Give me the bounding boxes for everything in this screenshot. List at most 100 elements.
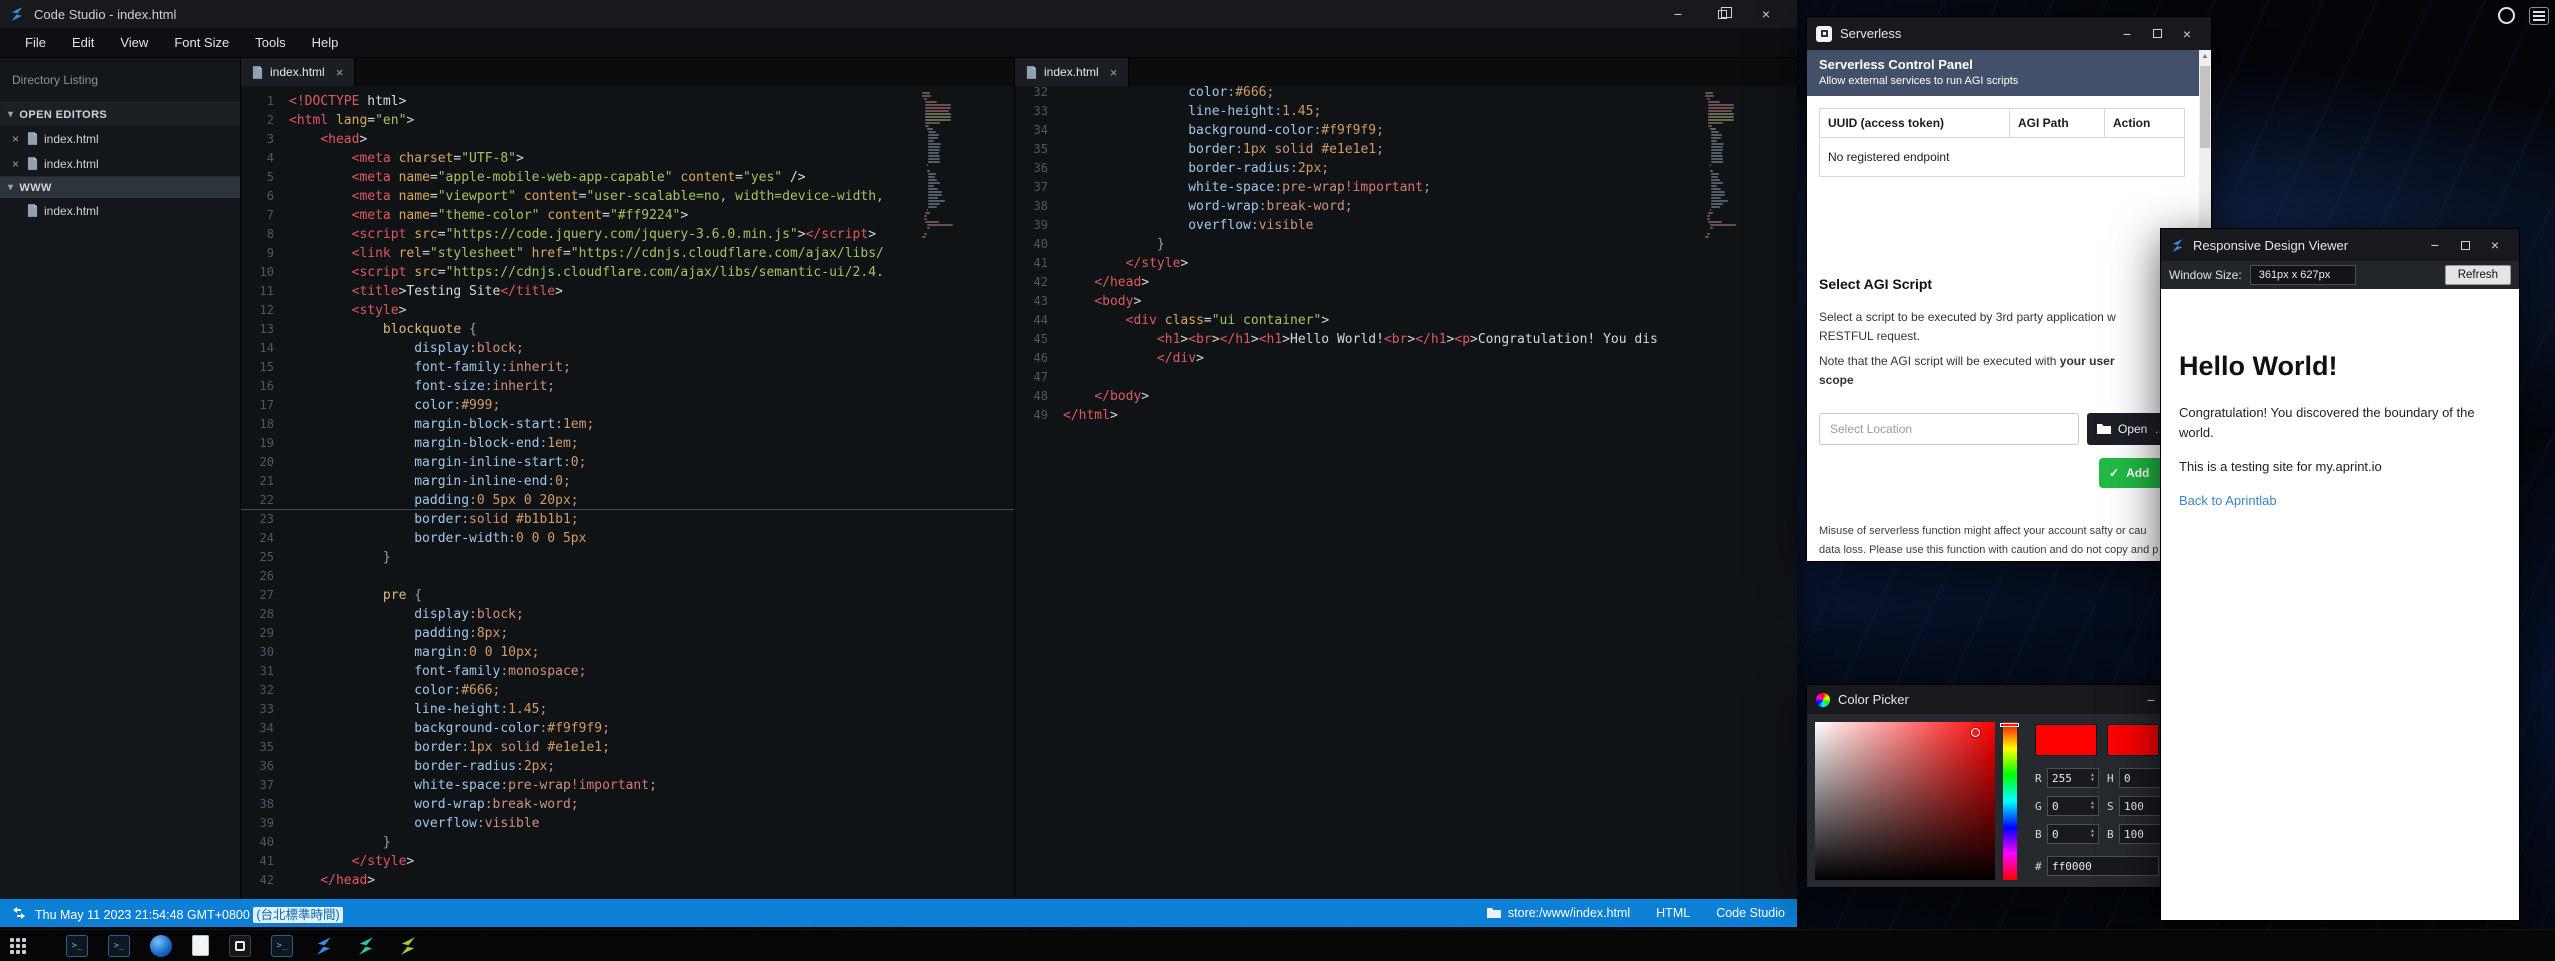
table-header-action: Action	[2105, 109, 2184, 137]
status-right: store:/www/index.html HTML Code Studio	[1487, 906, 1785, 920]
menu-tools[interactable]: Tools	[242, 28, 298, 57]
taskbar: >_ >_ >_	[0, 929, 2555, 961]
serverless-icon	[1816, 26, 1832, 42]
sidebar-sections: ▾OPEN EDITORS×index.html×index.html▾WWWi…	[0, 102, 240, 223]
b-input[interactable]: 0▲▼	[2047, 824, 2099, 844]
hue-slider[interactable]	[2003, 722, 2017, 880]
code-line-36: 36 border-radius:2px;	[241, 757, 1014, 776]
sidebar-item-index.html[interactable]: index.html	[0, 198, 240, 223]
code-line-41: 41 </style>	[1015, 254, 1797, 273]
taskbar-app-launcher[interactable]	[10, 938, 26, 954]
chevron-down-icon: ▾	[8, 109, 13, 120]
scrollbar-thumb[interactable]	[2200, 66, 2210, 148]
menu-file[interactable]: File	[12, 28, 59, 57]
taskbar-code-studio-teal[interactable]	[355, 935, 377, 957]
taskbar-terminal-3[interactable]: >_	[271, 935, 293, 957]
window-title: Code Studio - index.html	[34, 7, 176, 22]
code-line-19: 19 margin-block-end:1em;	[241, 434, 1014, 453]
code-line-15: 15 font-family:inherit;	[241, 358, 1014, 377]
minimize-button[interactable]: −	[2420, 229, 2450, 261]
check-icon: ✓	[2109, 466, 2119, 480]
r-input[interactable]: 255▲▼	[2047, 768, 2099, 788]
menu-help[interactable]: Help	[299, 28, 352, 57]
taskbar-serverless-app[interactable]	[229, 935, 251, 957]
folder-icon	[2097, 423, 2111, 435]
close-icon[interactable]: ×	[336, 65, 344, 80]
tab-index-html-1[interactable]: index.html ×	[241, 58, 355, 86]
code-line-37: 37 white-space:pre-wrap!important;	[1015, 178, 1797, 197]
panel-title: Serverless Control Panel	[1819, 57, 2187, 72]
code-line-4: 4 <meta charset="UTF-8">	[241, 149, 1014, 168]
menu-edit[interactable]: Edit	[59, 28, 107, 57]
refresh-button[interactable]: Refresh	[2445, 265, 2511, 285]
code-line-29: 29 padding:8px;	[241, 624, 1014, 643]
hue-marker[interactable]	[2000, 723, 2019, 727]
code-area-2[interactable]: 32 color:#666;33 line-height:1.45;34 bac…	[1015, 86, 1797, 899]
taskbar-code-studio-blue[interactable]	[313, 935, 335, 957]
code-line-32: 32 color:#666;	[1015, 86, 1797, 102]
sync-icon[interactable]	[2498, 7, 2515, 24]
sidebar-section-open-editors[interactable]: ▾OPEN EDITORS	[0, 102, 240, 126]
close-icon[interactable]: ×	[10, 157, 21, 171]
code-studio-logo-icon	[2170, 238, 2185, 253]
back-to-aprintlab-link[interactable]: Back to Aprintlab	[2179, 493, 2277, 508]
panel-subtitle: Allow external services to run AGI scrip…	[1819, 75, 2187, 87]
taskbar-files[interactable]	[192, 935, 209, 956]
code-line-31: 31 font-family:monospace;	[241, 662, 1014, 681]
code-line-10: 10 <script src="https://cdnjs.cloudflare…	[241, 263, 1014, 282]
close-button[interactable]: ×	[1744, 0, 1788, 28]
sidebar-item-index.html[interactable]: ×index.html	[0, 126, 240, 151]
taskbar-terminal-2[interactable]: >_	[108, 935, 130, 957]
minimize-button[interactable]: −	[1656, 0, 1700, 28]
status-file-path[interactable]: store:/www/index.html	[1487, 906, 1630, 920]
window-size-value[interactable]: 361px x 627px	[2250, 265, 2356, 285]
page-paragraph-2: This is a testing site for my.aprint.io	[2179, 459, 2382, 474]
menu-view[interactable]: View	[107, 28, 161, 57]
status-language[interactable]: HTML	[1656, 906, 1690, 920]
restore-button[interactable]	[1700, 0, 1744, 28]
color-swatch-previous[interactable]	[2107, 724, 2159, 756]
sidebar-section-www[interactable]: ▾WWW	[0, 176, 240, 198]
maximize-button[interactable]	[2450, 229, 2480, 261]
stepper-icons[interactable]: ▲▼	[2091, 829, 2094, 839]
minimap-1[interactable]	[922, 92, 952, 239]
code-line-1: 1<!DOCTYPE html>	[241, 92, 1014, 111]
system-tray	[2498, 7, 2549, 25]
close-icon[interactable]: ×	[10, 132, 21, 146]
close-button[interactable]: ×	[2172, 17, 2202, 50]
saturation-value-area[interactable]	[1815, 722, 1995, 880]
s-label: S	[2107, 800, 2114, 813]
g-input[interactable]: 0▲▼	[2047, 796, 2099, 816]
status-time[interactable]: Thu May 11 2023 21:54:48 GMT+0800 (台北標準時…	[35, 904, 343, 923]
maximize-button[interactable]	[2142, 17, 2172, 50]
select-location-input[interactable]	[1819, 413, 2079, 445]
tab-bar-2: index.html ×	[1015, 58, 1797, 86]
serverless-content: Serverless Control Panel Allow external …	[1807, 50, 2211, 561]
minimize-button[interactable]: −	[2112, 17, 2142, 50]
remote-icon	[12, 906, 26, 920]
close-icon[interactable]: ×	[1110, 65, 1118, 80]
hex-input[interactable]: ff0000	[2047, 856, 2159, 876]
taskbar-code-studio-green[interactable]	[397, 935, 419, 957]
minimap-2[interactable]	[1705, 92, 1735, 239]
code-area-1[interactable]: 1<!DOCTYPE html>2<html lang="en">3 <head…	[241, 86, 1014, 899]
code-line-40: 40 }	[241, 833, 1014, 852]
file-icon	[27, 204, 38, 217]
code-line-5: 5 <meta name="apple-mobile-web-app-capab…	[241, 168, 1014, 187]
taskbar-terminal-1[interactable]: >_	[66, 935, 88, 957]
maximize-icon	[2153, 29, 2162, 38]
color-swatch-current[interactable]	[2035, 724, 2097, 756]
taskbar-browser[interactable]	[150, 935, 172, 957]
sidebar-item-index.html[interactable]: ×index.html	[0, 151, 240, 176]
code-line-23: 23 border:solid #b1b1b1;	[241, 510, 1014, 529]
serverless-window-title: Serverless	[1840, 26, 1901, 41]
close-button[interactable]: ×	[2480, 229, 2510, 261]
tab-index-html-2[interactable]: index.html ×	[1015, 58, 1129, 86]
sv-marker[interactable]	[1971, 728, 1980, 737]
menu-font-size[interactable]: Font Size	[161, 28, 242, 57]
menu-icon[interactable]	[2529, 7, 2549, 25]
stepper-icons[interactable]: ▲▼	[2091, 773, 2094, 783]
scroll-up-icon[interactable]: ▲	[2199, 53, 2211, 60]
title-bar: Code Studio - index.html − ×	[0, 0, 1797, 28]
stepper-icons[interactable]: ▲▼	[2091, 801, 2094, 811]
